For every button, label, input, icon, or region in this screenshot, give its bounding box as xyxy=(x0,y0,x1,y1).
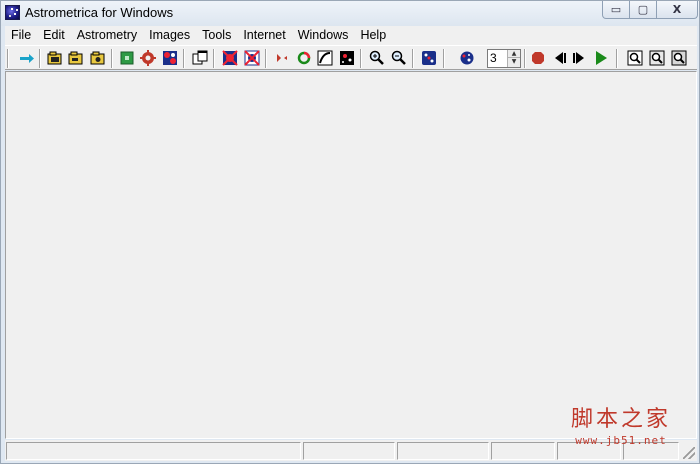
zoom-window-icon xyxy=(649,50,665,66)
cross-blob-icon xyxy=(244,50,260,66)
cross-blob-icon xyxy=(222,50,238,66)
toolbar-separator xyxy=(360,49,362,68)
random-button[interactable] xyxy=(421,50,437,66)
play-icon xyxy=(596,51,607,65)
curve-icon xyxy=(317,50,333,66)
previous-icon xyxy=(555,52,566,64)
zoom-out-button[interactable] xyxy=(391,50,407,66)
curve-button[interactable] xyxy=(317,50,333,66)
open-folder-icon xyxy=(90,51,105,65)
status-panel-1 xyxy=(6,442,301,460)
toolbar-separator xyxy=(616,49,618,68)
previous-button[interactable] xyxy=(551,50,567,66)
watermark: 脚本之家 www.jb51.net xyxy=(556,406,686,454)
frame-number-value[interactable]: 3 xyxy=(490,51,497,65)
connect-button[interactable] xyxy=(19,50,35,66)
zoom-window-icon xyxy=(627,50,643,66)
menu-help[interactable]: Help xyxy=(354,26,392,45)
minimize-icon: ▭ xyxy=(610,3,622,16)
mdi-client-area[interactable] xyxy=(5,71,697,439)
windows-button[interactable] xyxy=(192,50,208,66)
toolbar-separator xyxy=(213,49,215,68)
toolbar-separator xyxy=(265,49,267,68)
toolbar-separator xyxy=(7,49,9,68)
remove-all-button[interactable] xyxy=(244,50,260,66)
menu-internet[interactable]: Internet xyxy=(237,26,291,45)
play-button[interactable] xyxy=(593,50,609,66)
green-square-icon xyxy=(120,51,134,65)
blink-button[interactable] xyxy=(274,50,290,66)
spinner-up-arrow[interactable]: ▲ xyxy=(508,50,520,58)
open-folder-button-2[interactable] xyxy=(68,50,84,66)
close-icon: X xyxy=(672,3,682,16)
circle-icon xyxy=(297,51,311,65)
menu-tools[interactable]: Tools xyxy=(196,26,237,45)
close-button[interactable]: X xyxy=(656,1,698,19)
zoom-window-icon xyxy=(671,50,687,66)
toolbar-separator xyxy=(183,49,185,68)
status-panel-2 xyxy=(303,442,395,460)
spinner-arrows: ▲ ▼ xyxy=(507,50,520,67)
toolbar-separator xyxy=(443,49,445,68)
watermark-chinese: 脚本之家 xyxy=(570,407,671,432)
next-icon xyxy=(573,52,584,64)
window-icon xyxy=(192,50,208,65)
zoom-out-icon xyxy=(391,50,406,65)
zoom-in-icon xyxy=(369,50,384,65)
toolbar-separator xyxy=(111,49,113,68)
maximize-button[interactable]: ▢ xyxy=(629,1,657,19)
blink-frames-button[interactable] xyxy=(459,50,475,66)
toolbar-separator xyxy=(39,49,41,68)
data-reduction-button[interactable] xyxy=(162,50,178,66)
record-icon xyxy=(532,52,544,64)
menu-file[interactable]: File xyxy=(5,26,37,45)
spinner-down-arrow[interactable]: ▼ xyxy=(508,58,520,66)
watermark-url: www.jb51.net xyxy=(575,434,667,447)
open-folder-icon xyxy=(68,51,83,65)
menu-images[interactable]: Images xyxy=(143,26,196,45)
menu-astrometry[interactable]: Astrometry xyxy=(71,26,143,45)
title-bar[interactable]: Astrometrica for Windows ▭ ▢ X xyxy=(1,1,699,26)
circle-button[interactable] xyxy=(296,50,312,66)
toolbar: 3 ▲ ▼ xyxy=(5,45,697,70)
toolbar-separator xyxy=(412,49,414,68)
gear-icon xyxy=(140,50,156,66)
toolbar-separator xyxy=(524,49,526,68)
connect-icon xyxy=(20,54,34,63)
menu-windows[interactable]: Windows xyxy=(292,26,355,45)
zoom-in-button[interactable] xyxy=(369,50,385,66)
maximize-icon: ▢ xyxy=(637,3,649,16)
menu-edit[interactable]: Edit xyxy=(37,26,71,45)
record-button[interactable] xyxy=(530,50,546,66)
image-button[interactable] xyxy=(339,50,355,66)
zoom-window-button-2[interactable] xyxy=(649,50,665,66)
window-title: Astrometrica for Windows xyxy=(25,5,174,20)
dice-icon xyxy=(422,51,436,65)
open-images-button[interactable] xyxy=(47,50,63,66)
settings-button[interactable] xyxy=(140,50,156,66)
menu-bar: File Edit Astrometry Images Tools Intern… xyxy=(5,26,697,45)
open-folder-icon xyxy=(47,51,62,65)
zoom-window-button-1[interactable] xyxy=(627,50,643,66)
arrows-icon xyxy=(277,54,287,62)
zoom-window-button-3[interactable] xyxy=(671,50,687,66)
black-image-icon xyxy=(340,51,354,65)
open-folder-button-3[interactable] xyxy=(90,50,106,66)
dice-icon xyxy=(460,51,474,65)
astrometrica-app-icon[interactable] xyxy=(5,5,20,20)
remove-objects-button[interactable] xyxy=(222,50,238,66)
blob-icon xyxy=(163,51,177,65)
star-button[interactable] xyxy=(119,50,135,66)
app-window: Astrometrica for Windows ▭ ▢ X File Edit… xyxy=(0,0,700,464)
minimize-button[interactable]: ▭ xyxy=(602,1,630,19)
frame-number-spinner[interactable]: 3 ▲ ▼ xyxy=(487,49,521,68)
status-panel-3 xyxy=(397,442,489,460)
next-button[interactable] xyxy=(572,50,588,66)
status-panel-4 xyxy=(491,442,555,460)
